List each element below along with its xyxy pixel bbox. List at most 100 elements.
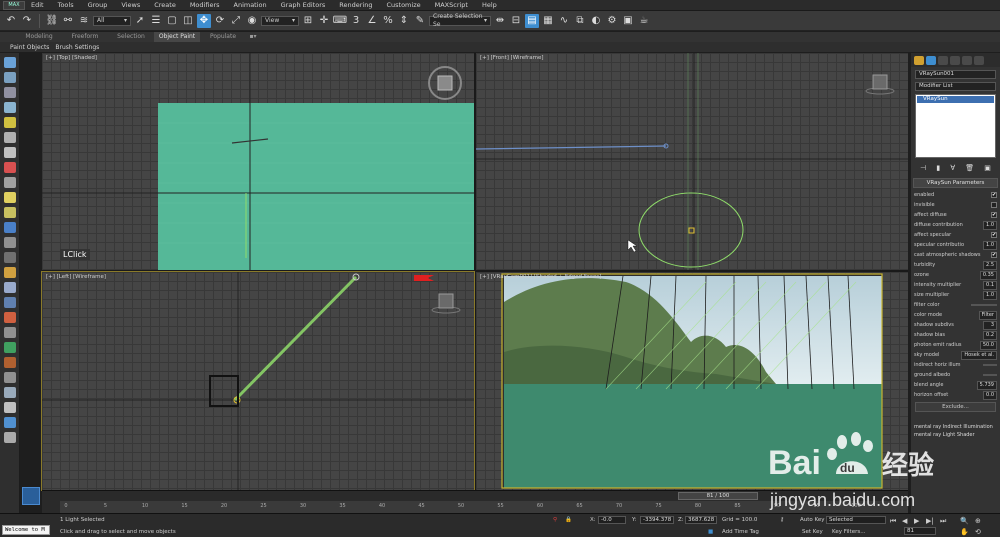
param-spinner[interactable]: 0.1: [983, 280, 997, 290]
pan-icon[interactable]: ✋: [960, 528, 969, 536]
viewcube-top[interactable]: [428, 66, 462, 100]
plane-icon[interactable]: [3, 222, 16, 233]
param-spinner[interactable]: 1.0: [983, 290, 997, 300]
viewcube-front[interactable]: [865, 74, 895, 95]
time-tag-icon[interactable]: ■: [708, 529, 713, 535]
viewport-label-camera[interactable]: [+] [VRayCam001] [Shaded + Edged Faces]: [480, 274, 601, 280]
manipulate-icon[interactable]: ✛: [317, 14, 331, 28]
configure-modifier-sets-icon[interactable]: ▣: [984, 164, 991, 172]
menu-tools[interactable]: Tools: [58, 1, 74, 9]
keyboard-shortcut-icon[interactable]: ⌨: [333, 14, 347, 28]
add-time-tag[interactable]: Add Time Tag: [722, 529, 759, 535]
cone-icon[interactable]: [3, 237, 16, 248]
param-spinner[interactable]: [983, 374, 997, 376]
curve-editor-icon[interactable]: ∿: [557, 14, 571, 28]
param-checkbox[interactable]: ✔: [991, 212, 997, 218]
select-by-name-icon[interactable]: ☰: [149, 14, 163, 28]
chamferbox-icon[interactable]: [3, 357, 16, 368]
globe-icon[interactable]: [3, 402, 16, 413]
utilities-tab-icon[interactable]: [974, 56, 984, 65]
layer-explorer-icon[interactable]: ▦: [541, 14, 555, 28]
menu-group[interactable]: Group: [88, 1, 108, 9]
lock-selection-icon[interactable]: ⚲: [553, 517, 557, 523]
zoom-icon[interactable]: 🔍: [960, 517, 969, 525]
param-color-swatch[interactable]: [971, 304, 997, 306]
render-production-icon[interactable]: ☕: [637, 14, 651, 28]
viewcube-left[interactable]: [431, 293, 461, 314]
param-spinner[interactable]: [983, 364, 997, 366]
rollout-vraysun-parameters[interactable]: VRaySun Parameters: [913, 178, 998, 188]
snap-toggle-icon[interactable]: 3: [349, 14, 363, 28]
link-icon[interactable]: ⛓: [45, 14, 59, 28]
orbit-icon[interactable]: ⟲: [975, 528, 981, 536]
menu-views[interactable]: Views: [121, 1, 140, 9]
spacewarp-icon[interactable]: [3, 162, 16, 173]
camera-icon[interactable]: [3, 132, 16, 143]
pin-stack-icon[interactable]: ⊣: [920, 164, 926, 172]
play-icon[interactable]: ▶: [914, 517, 919, 525]
reference-coordinate-select[interactable]: View ▾: [261, 15, 299, 26]
place-icon[interactable]: ◉: [245, 14, 259, 28]
text-plus-icon[interactable]: [3, 327, 16, 338]
time-slider[interactable]: 81 / 100: [678, 492, 758, 500]
unlink-icon[interactable]: ⚯: [61, 14, 75, 28]
z-coordinate[interactable]: 3687.628: [685, 516, 717, 524]
region-select-icon[interactable]: ▢: [165, 14, 179, 28]
angle-snap-icon[interactable]: ∠: [365, 14, 379, 28]
param-checkbox[interactable]: ✔: [991, 232, 997, 238]
box-icon[interactable]: [3, 72, 16, 83]
menu-rendering[interactable]: Rendering: [339, 1, 372, 9]
param-spinner[interactable]: 0.0: [983, 390, 997, 400]
viewport-layout-icon[interactable]: [22, 487, 40, 505]
window-crossing-icon[interactable]: ◫: [181, 14, 195, 28]
tab-modeling[interactable]: Modeling: [16, 32, 62, 42]
select-object-icon[interactable]: ➚: [133, 14, 147, 28]
goto-start-icon[interactable]: ⏮: [890, 517, 896, 526]
capsule-icon[interactable]: [3, 387, 16, 398]
teapot-icon[interactable]: [3, 207, 16, 218]
menu-help[interactable]: Help: [482, 1, 497, 9]
make-unique-icon[interactable]: ∀: [950, 164, 955, 172]
menu-maxscript[interactable]: MAXScript: [435, 1, 468, 9]
viewport-top[interactable]: [+] [Top] [Shaded] LClick: [42, 53, 474, 270]
next-frame-icon[interactable]: ▶|: [926, 517, 934, 525]
show-end-result-icon[interactable]: ▮: [936, 164, 940, 172]
viewport-label-top[interactable]: [+] [Top] [Shaded]: [46, 55, 97, 61]
key-filters-button[interactable]: Key Filters...: [832, 529, 865, 535]
spinner-snap-icon[interactable]: ⇕: [397, 14, 411, 28]
tube-icon[interactable]: [3, 282, 16, 293]
geosphere-icon[interactable]: [3, 312, 16, 323]
modify-tab-icon[interactable]: [926, 56, 936, 65]
ribbon-options-icon[interactable]: ▪▾: [246, 32, 260, 42]
param-spinner[interactable]: 5.739: [976, 380, 997, 390]
bind-space-warp-icon[interactable]: ≋: [77, 14, 91, 28]
current-frame-field[interactable]: 81: [904, 527, 936, 535]
layer-icon[interactable]: [3, 87, 16, 98]
menu-customize[interactable]: Customize: [386, 1, 420, 9]
scale-icon[interactable]: ⤢: [229, 14, 243, 28]
param-spinner[interactable]: 1.0: [983, 220, 997, 230]
param-spinner[interactable]: 0.35: [979, 270, 997, 280]
param-spinner[interactable]: 0.2: [983, 330, 997, 340]
stack-item-vraysun[interactable]: VRaySun: [917, 96, 994, 103]
tab-populate[interactable]: Populate: [200, 32, 246, 42]
brush-settings-panel[interactable]: Brush Settings: [55, 44, 99, 51]
sphere-icon[interactable]: [3, 57, 16, 68]
param-checkbox[interactable]: ✔: [991, 252, 997, 258]
scene-explorer-icon[interactable]: ▤: [525, 13, 539, 28]
light-icon[interactable]: [3, 117, 16, 128]
menu-modifiers[interactable]: Modifiers: [190, 1, 220, 9]
modifier-list-select[interactable]: Modifier List: [915, 82, 996, 91]
camera-object[interactable]: [209, 375, 239, 407]
param-spinner[interactable]: 1.0: [983, 240, 997, 250]
folder-icon[interactable]: [3, 192, 16, 203]
torus-icon[interactable]: [3, 267, 16, 278]
mirror-icon[interactable]: ⇹: [493, 14, 507, 28]
remove-modifier-icon[interactable]: 🗑: [965, 164, 974, 172]
menu-create[interactable]: Create: [154, 1, 176, 9]
app-logo[interactable]: MAX: [3, 0, 25, 10]
param-spinner[interactable]: 2.5: [983, 260, 997, 270]
vraysun-target[interactable]: [688, 227, 695, 234]
pyramid-icon[interactable]: [3, 252, 16, 263]
x-coordinate[interactable]: -0.0: [598, 516, 626, 524]
